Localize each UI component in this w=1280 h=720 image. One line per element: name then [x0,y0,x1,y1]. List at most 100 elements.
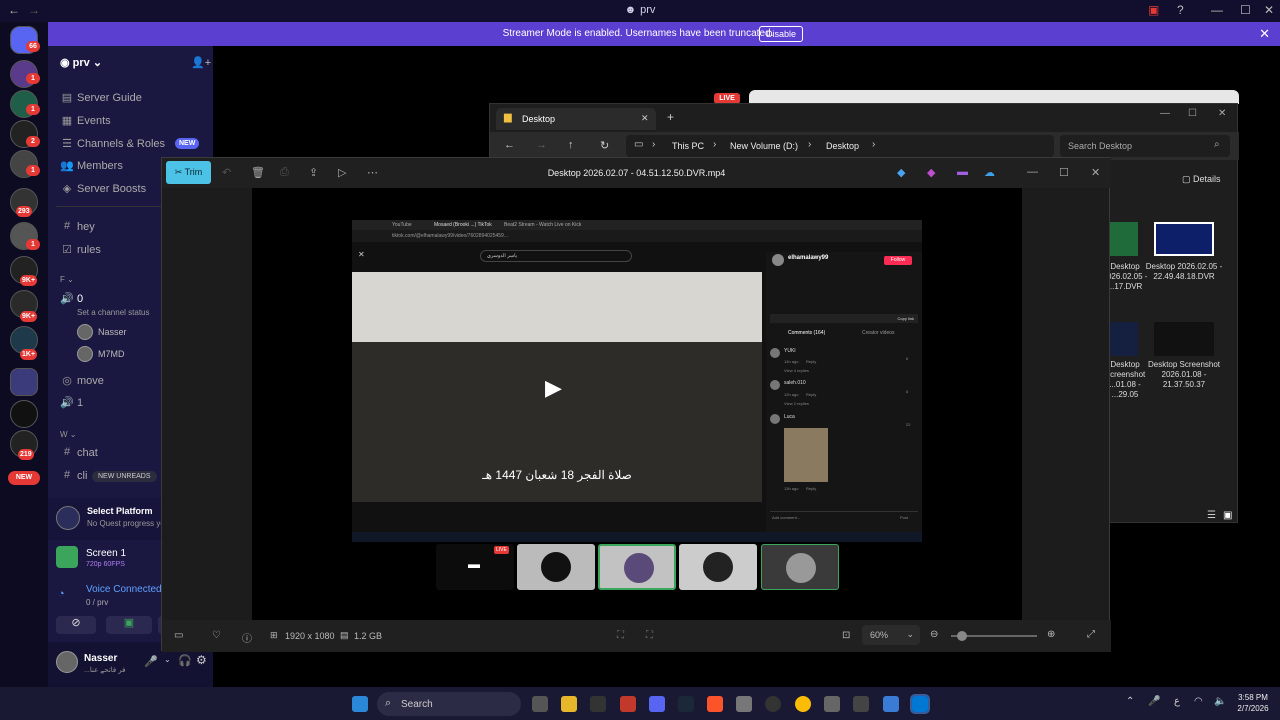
new-unreads-pill[interactable]: NEW UNREADS [92,471,157,482]
stream-tile[interactable] [517,544,595,590]
refresh-icon[interactable]: ↻ [600,139,609,152]
discord-icon[interactable] [649,696,665,712]
brave-icon[interactable] [707,696,723,712]
tab-desktop[interactable]: ▆ Desktop ✕ [496,108,656,130]
breadcrumb[interactable]: ▭ › This PC › New Volume (D:) › Desktop … [626,135,1054,157]
fit-window-icon[interactable]: ⊡ [842,630,850,641]
close-icon[interactable]: ✕ [641,113,649,124]
sidebar-item-server-guide[interactable]: ▤ Server Guide [48,89,213,109]
language-icon[interactable]: ع [1174,696,1180,707]
breadcrumb-item[interactable]: This PC [672,141,704,151]
voice-user[interactable]: M7MD [98,349,125,359]
up-arrow-icon[interactable]: ↑ [568,139,574,151]
stream-tile[interactable] [761,544,839,590]
sidebar-item-events[interactable]: ▦ Events [48,112,213,132]
unread-badge: 219 [18,449,34,460]
banner-close-icon[interactable]: ✕ [1259,26,1270,42]
crop-icon[interactable]: ⛶ [617,630,624,641]
add-tab-icon[interactable]: + [667,110,674,124]
search-input[interactable]: Search Desktop ⌕ [1060,135,1230,157]
task-view-icon[interactable] [532,696,548,712]
file-thumbnail[interactable] [1154,222,1214,256]
app-icon[interactable]: ▬ [957,166,968,178]
app-icon[interactable] [883,696,899,712]
app-icon[interactable] [590,696,606,712]
zoom-in-icon[interactable]: ⊕ [1047,629,1055,640]
gear-icon[interactable]: ⚙ [196,653,207,667]
file-label[interactable]: Desktop Screenshot 2026.01.08 - 21.37.50… [1140,360,1228,390]
forward-arrow-icon[interactable]: → [536,139,547,151]
voice-connected-label[interactable]: Voice Connected [86,584,162,595]
file-thumbnail[interactable] [1110,322,1138,356]
clock[interactable]: 3:58 PM 2/7/2026 [1230,692,1276,714]
voice-channel-path[interactable]: 0 / prv [86,598,108,607]
breadcrumb-item[interactable]: New Volume (D:) [730,141,798,151]
stream-tile[interactable] [679,544,757,590]
photos-icon[interactable] [910,694,930,714]
chevron-down-icon[interactable]: ⌄ [164,655,171,664]
help-icon[interactable]: ? [1177,3,1184,17]
app-icon[interactable] [736,696,752,712]
channel-status[interactable]: Set a channel status [77,308,150,317]
disable-streamer-mode-button[interactable]: Disable [759,26,803,42]
gear-icon[interactable] [824,696,840,712]
stop-stream-button[interactable]: ▣ [106,616,152,634]
breadcrumb-item[interactable]: Desktop [826,141,859,151]
server-icon[interactable] [10,400,38,428]
grid-view-icon[interactable]: ▣ [1223,510,1232,521]
headphones-icon[interactable]: 🎧 [178,654,192,667]
file-explorer-icon[interactable] [561,696,577,712]
minimize-icon[interactable]: — [1211,3,1223,17]
app-icon[interactable]: ◆ [897,166,905,179]
folder-icon[interactable] [10,368,38,396]
close-icon[interactable]: ✕ [1264,3,1274,17]
avatar [624,553,654,583]
windows-start-icon[interactable] [352,696,368,712]
heart-icon[interactable]: ♡ [212,630,221,641]
chrome-icon[interactable] [795,696,811,712]
video-stage[interactable]: YouTube Mosaed (Brooki ...) TikTok Beat2… [252,188,1022,620]
inbox-icon[interactable]: ▣ [1148,3,1159,17]
category-w[interactable]: W ⌄ [60,430,77,439]
filmstrip-icon[interactable]: ▭ [174,630,183,641]
maximize-icon[interactable]: ☐ [1240,3,1251,17]
fullscreen-icon[interactable]: ⤢ [1087,629,1095,640]
app-icon[interactable] [765,696,781,712]
info-icon[interactable]: ⓘ [242,630,252,645]
maximize-icon[interactable]: ☐ [1188,108,1197,119]
avatar[interactable] [56,651,78,673]
fit-icon[interactable]: ⛶ [646,630,653,641]
volume-icon[interactable]: 🔈 [1214,696,1226,707]
microphone-icon[interactable]: 🎤 [144,655,158,668]
maximize-icon[interactable]: ☐ [1059,166,1069,179]
list-view-icon[interactable]: ☰ [1207,510,1216,521]
minimize-icon[interactable]: — [1027,166,1038,178]
taskbar-search[interactable]: ⌕ Search [377,692,521,716]
app-icon[interactable]: ◆ [927,166,935,179]
close-icon[interactable]: ✕ [1091,166,1100,179]
stream-tile[interactable] [598,544,676,590]
stream-tile[interactable]: ▬ LIVE [436,544,514,590]
microphone-icon[interactable]: 🎤 [1148,696,1160,707]
zoom-out-icon[interactable]: ⊖ [930,629,938,640]
onedrive-icon[interactable]: ☁ [984,166,995,179]
invite-icon[interactable]: 👤+ [191,56,211,69]
voice-user[interactable]: Nasser [98,327,127,337]
minimize-icon[interactable]: — [1160,108,1170,119]
steam-icon[interactable] [678,696,694,712]
file-thumbnail[interactable] [1110,222,1138,256]
file-thumbnail[interactable] [1154,322,1214,356]
server-header[interactable]: ◉ prv ⌄ [60,56,102,69]
back-arrow-icon[interactable]: ← [504,139,515,151]
chevron-up-icon[interactable]: ⌃ [1126,696,1134,707]
zoom-slider-thumb[interactable] [957,631,967,641]
toggle-video-button[interactable]: ⊘ [56,616,96,634]
category-f[interactable]: F ⌄ [60,275,74,284]
details-button[interactable]: ▢ Details [1182,174,1221,185]
wifi-icon[interactable]: ◠ [1194,696,1203,707]
close-icon[interactable]: ✕ [1218,108,1226,119]
app-icon[interactable] [620,696,636,712]
app-icon[interactable] [853,696,869,712]
file-label[interactable]: Desktop 2026.02.05 - 22.49.48.18.DVR [1140,262,1228,282]
zoom-select[interactable]: 60% ⌄ [862,625,920,645]
